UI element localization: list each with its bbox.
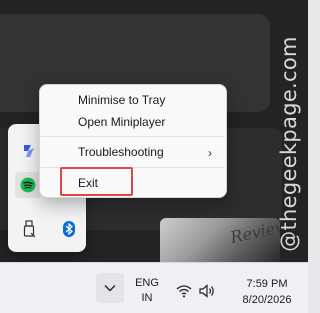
chevron-down-icon (104, 285, 116, 292)
watermark: @thegeekpage.com (274, 26, 304, 262)
menu-item-open-miniplayer[interactable]: Open Miniplayer (44, 111, 222, 133)
wifi-icon (176, 285, 192, 298)
system-icons[interactable] (176, 283, 218, 299)
menu-item-minimise-to-tray[interactable]: Minimise to Tray (44, 89, 222, 111)
thumbnail-text: Review (228, 218, 280, 247)
thumbnail-image: Review (160, 218, 280, 262)
menu-separator (41, 136, 225, 137)
usb-drive-icon[interactable] (16, 216, 42, 242)
clock-time: 7:59 PM (246, 278, 288, 290)
menu-item-label: Open Miniplayer (78, 115, 166, 129)
language-code: ENG (135, 277, 159, 289)
exit-highlight-box (60, 167, 133, 196)
language-indicator[interactable]: ENG IN (133, 276, 161, 306)
bluetooth-icon[interactable] (56, 216, 82, 242)
taskbar: ENG IN 7:59 PM 8/20/2026 (0, 262, 308, 313)
clock[interactable]: 7:59 PM 8/20/2026 (228, 276, 306, 308)
chevron-right-icon: › (208, 146, 212, 160)
menu-item-troubleshooting[interactable]: Troubleshooting › (44, 141, 222, 163)
language-region: IN (141, 292, 153, 304)
show-hidden-icons-button[interactable] (96, 273, 124, 303)
clock-date: 8/20/2026 (242, 294, 292, 306)
menu-item-label: Minimise to Tray (78, 93, 166, 107)
watermark-text: @thegeekpage.com (277, 36, 302, 252)
volume-icon (199, 284, 214, 298)
menu-item-label: Troubleshooting (78, 145, 164, 159)
spotify-icon[interactable] (15, 172, 41, 198)
